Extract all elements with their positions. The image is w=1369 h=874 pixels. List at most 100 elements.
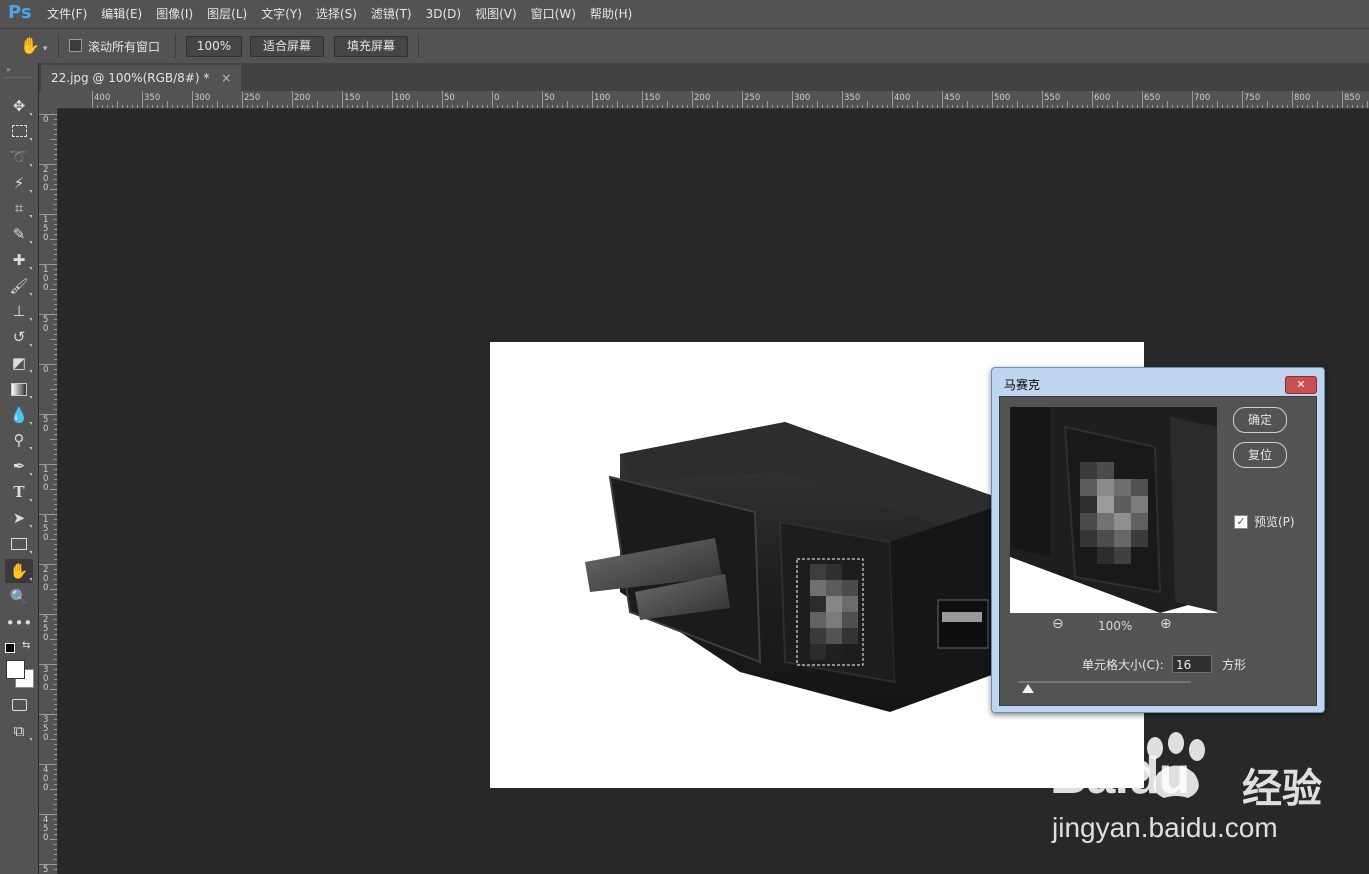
ruler-minor-tick — [277, 105, 278, 108]
ruler-label: 0 — [494, 93, 500, 103]
ruler-minor-tick — [697, 105, 698, 108]
more-icon[interactable]: ••• — [5, 611, 33, 635]
menu-filter[interactable]: 滤镜(T) — [364, 0, 419, 28]
ruler-minor-tick — [927, 105, 928, 108]
dialog-close-button[interactable]: ✕ — [1285, 376, 1317, 394]
collapse-icon[interactable]: » — [6, 65, 11, 74]
reset-button[interactable]: 复位 — [1233, 442, 1287, 468]
ruler-minor-tick — [50, 539, 57, 540]
gradient-icon[interactable] — [5, 377, 33, 401]
path-select-icon[interactable]: ➤ — [5, 506, 33, 530]
ruler-minor-tick — [987, 105, 988, 108]
cell-size-slider-thumb[interactable] — [1022, 684, 1034, 693]
ruler-minor-tick — [54, 554, 57, 555]
ok-button[interactable]: 确定 — [1233, 407, 1287, 433]
ruler-minor-tick — [1297, 105, 1298, 108]
crop-icon[interactable]: ⌗ — [5, 196, 33, 220]
ruler-minor-tick — [707, 105, 708, 108]
pen-icon[interactable]: ✒ — [5, 454, 33, 478]
ruler-label: 850 — [1344, 93, 1361, 103]
ruler-minor-tick — [1052, 105, 1053, 108]
quick-mask-icon[interactable] — [5, 693, 33, 717]
zoom-in-icon[interactable]: ⊕ — [1160, 616, 1172, 632]
zoom-out-icon[interactable]: ⊖ — [1052, 616, 1064, 632]
photoshop-logo: Ps — [8, 2, 32, 23]
ruler-minor-tick — [1032, 105, 1033, 108]
dodge-icon[interactable]: ⚲ — [5, 428, 33, 452]
filter-preview[interactable] — [1010, 407, 1217, 613]
ruler-minor-tick — [1167, 101, 1168, 108]
ruler-minor-tick — [872, 105, 873, 108]
ruler-corner — [39, 91, 59, 109]
menu-help[interactable]: 帮助(H) — [583, 0, 639, 28]
menu-window[interactable]: 窗口(W) — [524, 0, 583, 28]
ruler-minor-tick — [1157, 105, 1158, 108]
fit-screen-button[interactable]: 适合屏幕 — [250, 36, 324, 57]
menu-3d[interactable]: 3D(D) — [419, 0, 468, 28]
ruler-minor-tick — [1227, 105, 1228, 108]
marquee-icon[interactable] — [5, 119, 33, 143]
hand-tool-preset-icon[interactable]: ✋ ▾ — [20, 35, 50, 57]
type-icon[interactable]: T — [5, 480, 33, 504]
ruler-minor-tick — [1262, 105, 1263, 108]
ruler-minor-tick — [512, 105, 513, 108]
move-icon[interactable]: ✥ — [5, 94, 33, 118]
ruler-minor-tick — [1012, 105, 1013, 108]
foreground-color-swatch[interactable] — [6, 660, 25, 679]
preview-zoom-level: 100% — [1098, 619, 1133, 633]
brush-icon[interactable]: 🖌 — [5, 274, 33, 298]
default-colors-icon[interactable] — [5, 643, 15, 653]
ruler-major-tick — [39, 464, 57, 465]
ruler-minor-tick — [537, 105, 538, 108]
ruler-minor-tick — [54, 549, 57, 550]
ruler-minor-tick — [1187, 105, 1188, 108]
preview-checkbox[interactable]: ✓ — [1234, 515, 1248, 529]
ruler-minor-tick — [437, 105, 438, 108]
ruler-minor-tick — [602, 105, 603, 108]
scroll-all-checkbox[interactable] — [69, 39, 82, 52]
menu-type[interactable]: 文字(Y) — [254, 0, 309, 28]
hand-icon[interactable]: ✋ — [5, 559, 33, 583]
separator — [175, 34, 176, 58]
swap-colors-icon[interactable]: ⇆ — [22, 640, 30, 651]
cell-size-input[interactable]: 16 — [1172, 655, 1212, 673]
ruler-label: 0 — [43, 324, 49, 334]
screen-mode-icon[interactable]: ⧉ — [5, 719, 33, 743]
lasso-icon[interactable]: ➰ — [5, 145, 33, 169]
close-tab-icon[interactable]: × — [221, 71, 231, 85]
magic-wand-icon[interactable]: ⚡ — [5, 171, 33, 195]
ruler-major-tick — [1242, 91, 1243, 108]
ruler-label: 150 — [644, 93, 661, 103]
fill-screen-button[interactable]: 填充屏幕 — [334, 36, 408, 57]
check-icon: ✓ — [1236, 515, 1246, 528]
ruler-minor-tick — [54, 344, 57, 345]
eyedropper-icon[interactable]: ✎ — [5, 222, 33, 246]
ruler-major-tick — [1042, 91, 1043, 108]
cell-size-slider-track[interactable] — [1018, 681, 1191, 683]
ruler-minor-tick — [54, 584, 57, 585]
eraser-icon[interactable]: ◩ — [5, 351, 33, 375]
ruler-minor-tick — [862, 105, 863, 108]
ruler-minor-tick — [54, 429, 57, 430]
menu-view[interactable]: 视图(V) — [468, 0, 524, 28]
ruler-major-tick — [242, 91, 243, 108]
menu-image[interactable]: 图像(I) — [149, 0, 200, 28]
menu-select[interactable]: 选择(S) — [309, 0, 364, 28]
menu-file[interactable]: 文件(F) — [40, 0, 94, 28]
rectangle-icon[interactable] — [5, 532, 33, 556]
stamp-icon[interactable]: ⊥ — [5, 299, 33, 323]
healing-icon[interactable]: ✚ — [5, 248, 33, 272]
history-brush-icon[interactable]: ↺ — [5, 325, 33, 349]
ruler-minor-tick — [54, 134, 57, 135]
ruler-minor-tick — [847, 105, 848, 108]
document-tab[interactable]: 22.jpg @ 100%(RGB/8#) * × — [41, 65, 242, 91]
ruler-minor-tick — [54, 454, 57, 455]
zoom-icon[interactable]: 🔍 — [5, 585, 33, 609]
blur-icon[interactable]: 💧 — [5, 403, 33, 427]
ruler-label: 0 — [43, 533, 49, 543]
cell-unit-label: 方形 — [1222, 658, 1247, 672]
menu-layer[interactable]: 图层(L) — [200, 0, 254, 28]
menu-edit[interactable]: 编辑(E) — [94, 0, 149, 28]
zoom-100-button[interactable]: 100% — [186, 36, 242, 57]
ruler-major-tick — [142, 91, 143, 108]
